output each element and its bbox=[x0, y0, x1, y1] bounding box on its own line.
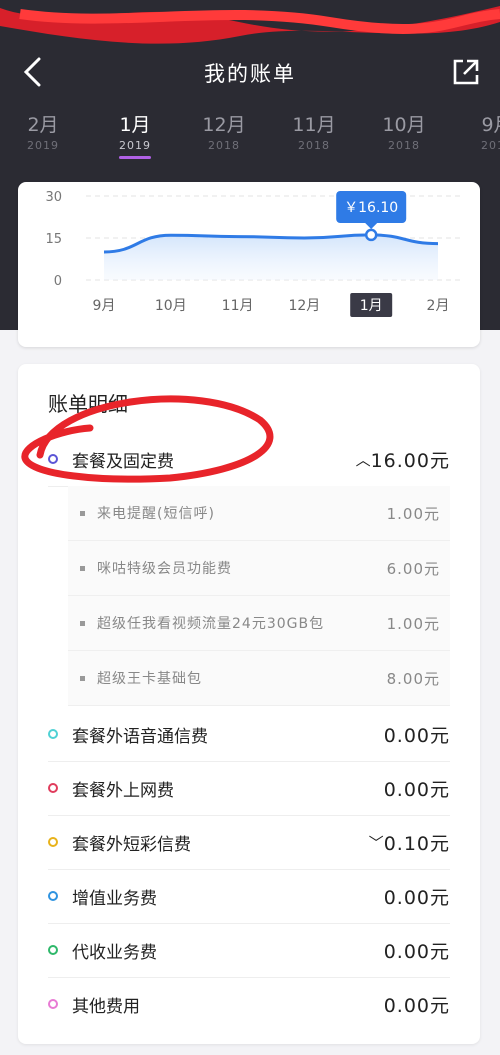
month-tab-2018-12[interactable]: 12月 2018 bbox=[189, 110, 259, 152]
bill-row-other[interactable]: 其他费用 0.00元 bbox=[48, 977, 450, 1031]
sub-item-amount: 1.00元 bbox=[386, 614, 440, 633]
category-dot-icon bbox=[48, 454, 58, 464]
x-category-label: 12月 bbox=[288, 298, 320, 314]
bill-row-collection[interactable]: 代收业务费 0.00元 bbox=[48, 923, 450, 978]
category-dot-icon bbox=[48, 891, 58, 901]
nav-bar: 我的账单 bbox=[0, 48, 500, 96]
row-amount: 0.00元 bbox=[383, 940, 450, 963]
row-amount: 0.00元 bbox=[383, 778, 450, 801]
year-label: 2018 bbox=[481, 139, 500, 152]
row-label: 其他费用 bbox=[72, 996, 140, 1017]
sub-item-amount: 6.00元 bbox=[386, 559, 440, 578]
row-amount: 16.00元 bbox=[370, 449, 450, 472]
expand-chevron-icon: ﹀ bbox=[368, 833, 384, 852]
month-label: 12月 bbox=[202, 114, 246, 136]
month-tab-2019-01[interactable]: 1月 2019 bbox=[100, 110, 170, 159]
category-dot-icon bbox=[48, 729, 58, 739]
spending-chart: 30 15 0 ￥16.10 9月 10月 11月 12月 1月 2月 bbox=[45, 190, 462, 317]
sub-item-label: 超级任我看视频流量24元30GB包 bbox=[97, 616, 325, 632]
bill-row-package-fixed[interactable]: 套餐及固定费 ︿ 16.00元 bbox=[48, 432, 450, 487]
year-label: 2019 bbox=[119, 139, 151, 152]
sub-item-list: 来电提醒(短信呼) 1.00元 咪咕特级会员功能费 6.00元 超级任我看视频流… bbox=[68, 486, 450, 706]
category-dot-icon bbox=[48, 999, 58, 1009]
month-label: 2月 bbox=[27, 114, 59, 136]
year-label: 2019 bbox=[27, 139, 59, 152]
category-dot-icon bbox=[48, 783, 58, 793]
sub-item-amount: 1.00元 bbox=[386, 504, 440, 523]
category-dot-icon bbox=[48, 837, 58, 847]
y-tick-label: 15 bbox=[45, 232, 62, 247]
bill-title: 账单明细 bbox=[48, 392, 128, 416]
sub-item-label: 咪咕特级会员功能费 bbox=[97, 561, 232, 577]
bill-row-voice[interactable]: 套餐外语音通信费 0.00元 bbox=[48, 707, 450, 762]
row-label: 套餐及固定费 bbox=[72, 451, 174, 472]
sub-item: 咪咕特级会员功能费 6.00元 bbox=[68, 541, 450, 596]
y-tick-label: 30 bbox=[45, 190, 62, 205]
month-label: 1月 bbox=[119, 114, 151, 136]
bullet-icon bbox=[80, 620, 85, 626]
month-tab-2018-10[interactable]: 10月 2018 bbox=[369, 110, 439, 152]
sub-item: 来电提醒(短信呼) 1.00元 bbox=[68, 486, 450, 541]
status-bar-redaction bbox=[0, 0, 500, 48]
sub-item: 超级王卡基础包 8.00元 bbox=[68, 651, 450, 706]
active-underline bbox=[119, 156, 151, 159]
bullet-icon bbox=[80, 510, 85, 516]
row-label: 套餐外上网费 bbox=[72, 780, 174, 801]
row-label: 代收业务费 bbox=[72, 942, 157, 963]
y-tick-label: 0 bbox=[54, 274, 62, 289]
x-category-label: 10月 bbox=[155, 298, 187, 314]
sub-item-label: 超级王卡基础包 bbox=[97, 671, 202, 687]
bill-row-value-added[interactable]: 增值业务费 0.00元 bbox=[48, 869, 450, 924]
bill-row-sms[interactable]: 套餐外短彩信费 ﹀ 0.10元 bbox=[48, 815, 450, 870]
collapse-chevron-icon: ︿ bbox=[355, 450, 371, 469]
row-amount: 0.00元 bbox=[383, 994, 450, 1017]
share-icon bbox=[453, 59, 479, 85]
month-tab-2018-09[interactable]: 9月 2018 bbox=[462, 110, 500, 152]
bullet-icon bbox=[80, 565, 85, 571]
page-title: 我的账单 bbox=[204, 62, 296, 86]
highlight-point bbox=[364, 228, 378, 242]
row-amount: 0.00元 bbox=[383, 724, 450, 747]
bullet-icon bbox=[80, 675, 85, 681]
year-label: 2018 bbox=[298, 139, 330, 152]
x-category-label: 11月 bbox=[222, 298, 254, 314]
month-tab-2019-02[interactable]: 2月 2019 bbox=[8, 110, 78, 152]
value-tooltip-label: ￥16.10 bbox=[344, 200, 398, 216]
row-label: 增值业务费 bbox=[72, 888, 157, 909]
year-label: 2018 bbox=[388, 139, 420, 152]
sub-item-amount: 8.00元 bbox=[386, 669, 440, 688]
month-label: 9月 bbox=[481, 114, 500, 136]
month-tabs: 2月 2019 1月 2019 12月 2018 11月 2018 10月 20… bbox=[0, 110, 500, 170]
x-category-label: 2月 bbox=[427, 298, 450, 314]
month-label: 11月 bbox=[292, 114, 336, 136]
month-label: 10月 bbox=[382, 114, 426, 136]
share-button[interactable] bbox=[448, 54, 484, 90]
x-category-label: 1月 bbox=[360, 298, 383, 314]
value-tooltip-pointer bbox=[365, 223, 378, 229]
category-dot-icon bbox=[48, 945, 58, 955]
row-label: 套餐外语音通信费 bbox=[72, 726, 208, 747]
chart-card: 30 15 0 ￥16.10 9月 10月 11月 12月 1月 2月 bbox=[18, 182, 480, 347]
row-amount: 0.00元 bbox=[383, 886, 450, 909]
bill-details-card: 账单明细 套餐及固定费 ︿ 16.00元 来电提醒(短信呼) 1.00元 咪咕特… bbox=[18, 364, 480, 1044]
x-category-label: 9月 bbox=[93, 298, 116, 314]
bill-row-data[interactable]: 套餐外上网费 0.00元 bbox=[48, 761, 450, 816]
year-label: 2018 bbox=[208, 139, 240, 152]
month-tab-2018-11[interactable]: 11月 2018 bbox=[279, 110, 349, 152]
series-area bbox=[104, 234, 438, 280]
sub-item-label: 来电提醒(短信呼) bbox=[97, 506, 215, 522]
sub-item: 超级任我看视频流量24元30GB包 1.00元 bbox=[68, 596, 450, 651]
row-label: 套餐外短彩信费 bbox=[72, 834, 191, 855]
row-amount: 0.10元 bbox=[383, 832, 450, 855]
